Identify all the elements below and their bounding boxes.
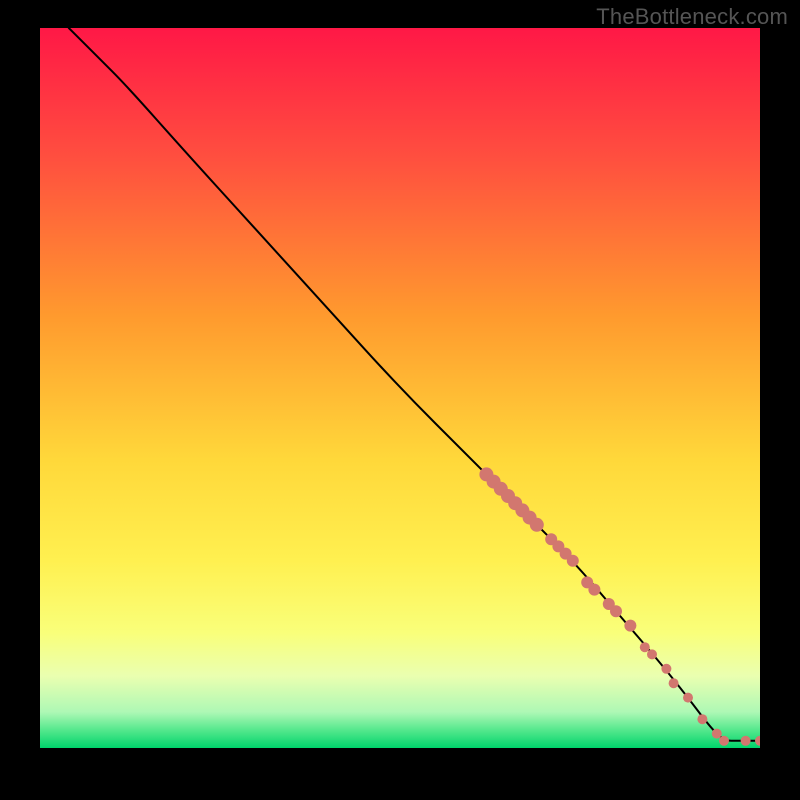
plot-area <box>40 28 760 748</box>
data-point <box>683 693 693 703</box>
data-point <box>647 649 657 659</box>
stage: TheBottleneck.com <box>0 0 800 800</box>
data-point <box>755 736 760 746</box>
watermark-text: TheBottleneck.com <box>596 4 788 30</box>
data-point <box>588 584 600 596</box>
data-point <box>610 605 622 617</box>
data-point <box>712 729 722 739</box>
data-point <box>530 518 544 532</box>
bottleneck-curve <box>69 28 760 741</box>
data-point <box>719 736 729 746</box>
data-point <box>669 678 679 688</box>
data-point <box>697 714 707 724</box>
chart-overlay <box>40 28 760 748</box>
data-point <box>567 555 579 567</box>
data-point <box>640 642 650 652</box>
data-point <box>661 664 671 674</box>
data-point <box>624 620 636 632</box>
data-point <box>741 736 751 746</box>
